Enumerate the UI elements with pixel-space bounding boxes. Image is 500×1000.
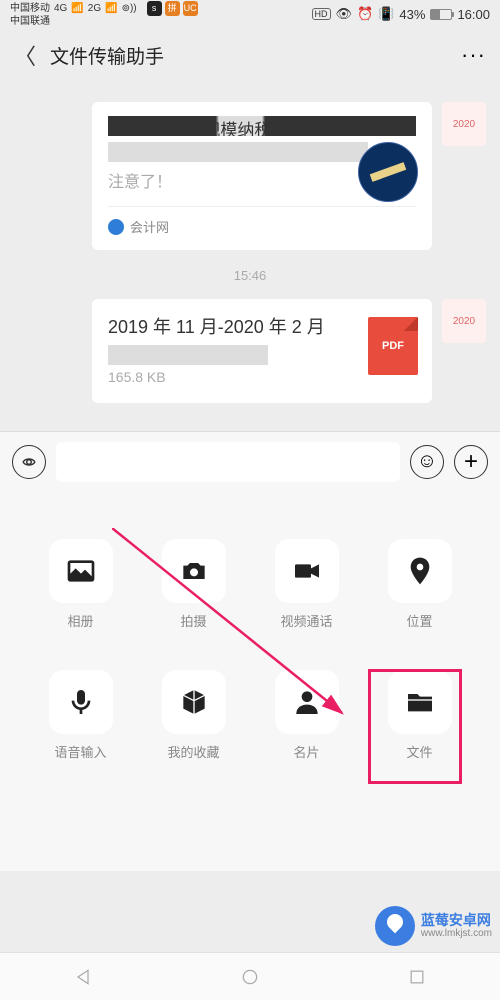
network-1: 4G — [54, 3, 67, 14]
watermark: 蓝莓安卓网www.lmkjst.com — [375, 906, 492, 946]
app-icon-3: UC — [183, 1, 198, 16]
cube-icon — [178, 686, 210, 718]
watermark-brand: 蓝莓安卓网 — [421, 912, 491, 928]
panel-album[interactable]: 相册 — [24, 539, 137, 630]
article-title-part-1: 今天 — [108, 121, 142, 136]
panel-label: 相册 — [67, 611, 93, 630]
vibrate-icon: 📳 — [378, 6, 394, 22]
app-icon-1: s — [147, 1, 162, 16]
article-thumbnail — [358, 142, 418, 202]
battery-pct: 43% — [399, 7, 425, 22]
nav-back-icon[interactable] — [73, 967, 93, 987]
panel-contact[interactable]: 名片 — [250, 670, 363, 761]
status-bar: 中国移动 4G 📶 2G 📶 ⊚)) s 拼 UC 中国联通 HD 👁 ⏰ 📳 … — [0, 0, 500, 28]
image-icon — [65, 555, 97, 587]
panel-location[interactable]: 位置 — [363, 539, 476, 630]
message-row: 今天 规模纳税人一季度 注意了！ 会计网 2020 — [14, 102, 486, 250]
message-input[interactable] — [56, 442, 400, 482]
network-2: 2G — [88, 3, 101, 14]
hd-icon: HD — [312, 8, 331, 20]
avatar[interactable]: 2020 — [442, 299, 486, 343]
menu-button[interactable]: ··· — [461, 42, 486, 68]
file-subtitle-redacted — [108, 345, 268, 365]
back-button[interactable]: 〈 — [14, 39, 36, 71]
voice-toggle[interactable] — [12, 445, 46, 479]
panel-videocall[interactable]: 视频通话 — [250, 539, 363, 630]
clock: 16:00 — [457, 7, 490, 22]
tutorial-highlight — [368, 669, 462, 784]
carrier-2: 中国联通 — [10, 16, 50, 27]
panel-label: 语音输入 — [54, 742, 106, 761]
panel-label: 位置 — [406, 611, 432, 630]
battery-icon — [430, 9, 452, 20]
nav-home-icon[interactable] — [240, 967, 260, 987]
watermark-url: www.lmkjst.com — [421, 928, 492, 940]
system-nav — [0, 952, 500, 1000]
timestamp: 15:46 — [14, 268, 486, 283]
panel-label: 视频通话 — [280, 611, 332, 630]
panel-label: 我的收藏 — [167, 742, 219, 761]
camera-icon — [178, 555, 210, 587]
input-bar: ☺ + — [0, 431, 500, 491]
person-icon — [291, 686, 323, 718]
pdf-icon: PDF — [368, 317, 418, 375]
signal-icon: 📶 — [71, 3, 83, 14]
avatar[interactable]: 2020 — [442, 102, 486, 146]
file-card[interactable]: 2019 年 11 月-2020 年 2 月 165.8 KB PDF — [92, 299, 432, 403]
mic-icon — [65, 686, 97, 718]
alarm-icon: ⏰ — [357, 6, 373, 22]
chat-area: 今天 规模纳税人一季度 注意了！ 会计网 2020 15:46 2019 年 1… — [0, 82, 500, 431]
panel-favorites[interactable]: 我的收藏 — [137, 670, 250, 761]
source-icon — [108, 219, 124, 235]
emoji-button[interactable]: ☺ — [410, 445, 444, 479]
app-icon-2: 拼 — [165, 1, 180, 16]
message-row: 2019 年 11 月-2020 年 2 月 165.8 KB PDF 2020 — [14, 299, 486, 403]
location-icon — [404, 555, 436, 587]
attachment-button[interactable]: + — [454, 445, 488, 479]
panel-label: 名片 — [293, 742, 319, 761]
carrier-1: 中国移动 — [10, 3, 50, 14]
page-title: 文件传输助手 — [50, 42, 461, 69]
attachment-panel: 相册 拍摄 视频通话 位置 语音输入 我的收藏 名片 文件 — [0, 491, 500, 871]
panel-voiceinput[interactable]: 语音输入 — [24, 670, 137, 761]
panel-label: 拍摄 — [180, 611, 206, 630]
signal-icon-2: 📶 — [105, 3, 117, 14]
panel-camera[interactable]: 拍摄 — [137, 539, 250, 630]
chat-header: 〈 文件传输助手 ··· — [0, 28, 500, 82]
article-card[interactable]: 今天 规模纳税人一季度 注意了！ 会计网 — [92, 102, 432, 250]
wifi-icon: ⊚)) — [122, 3, 137, 14]
watermark-logo — [375, 906, 415, 946]
article-footer: 会计网 — [108, 206, 416, 236]
article-title-part-2: 规模纳税人一季度 — [203, 121, 339, 136]
eye-icon: 👁 — [336, 6, 353, 22]
source-name: 会计网 — [130, 217, 169, 236]
video-icon — [291, 555, 323, 587]
nav-recent-icon[interactable] — [407, 967, 427, 987]
